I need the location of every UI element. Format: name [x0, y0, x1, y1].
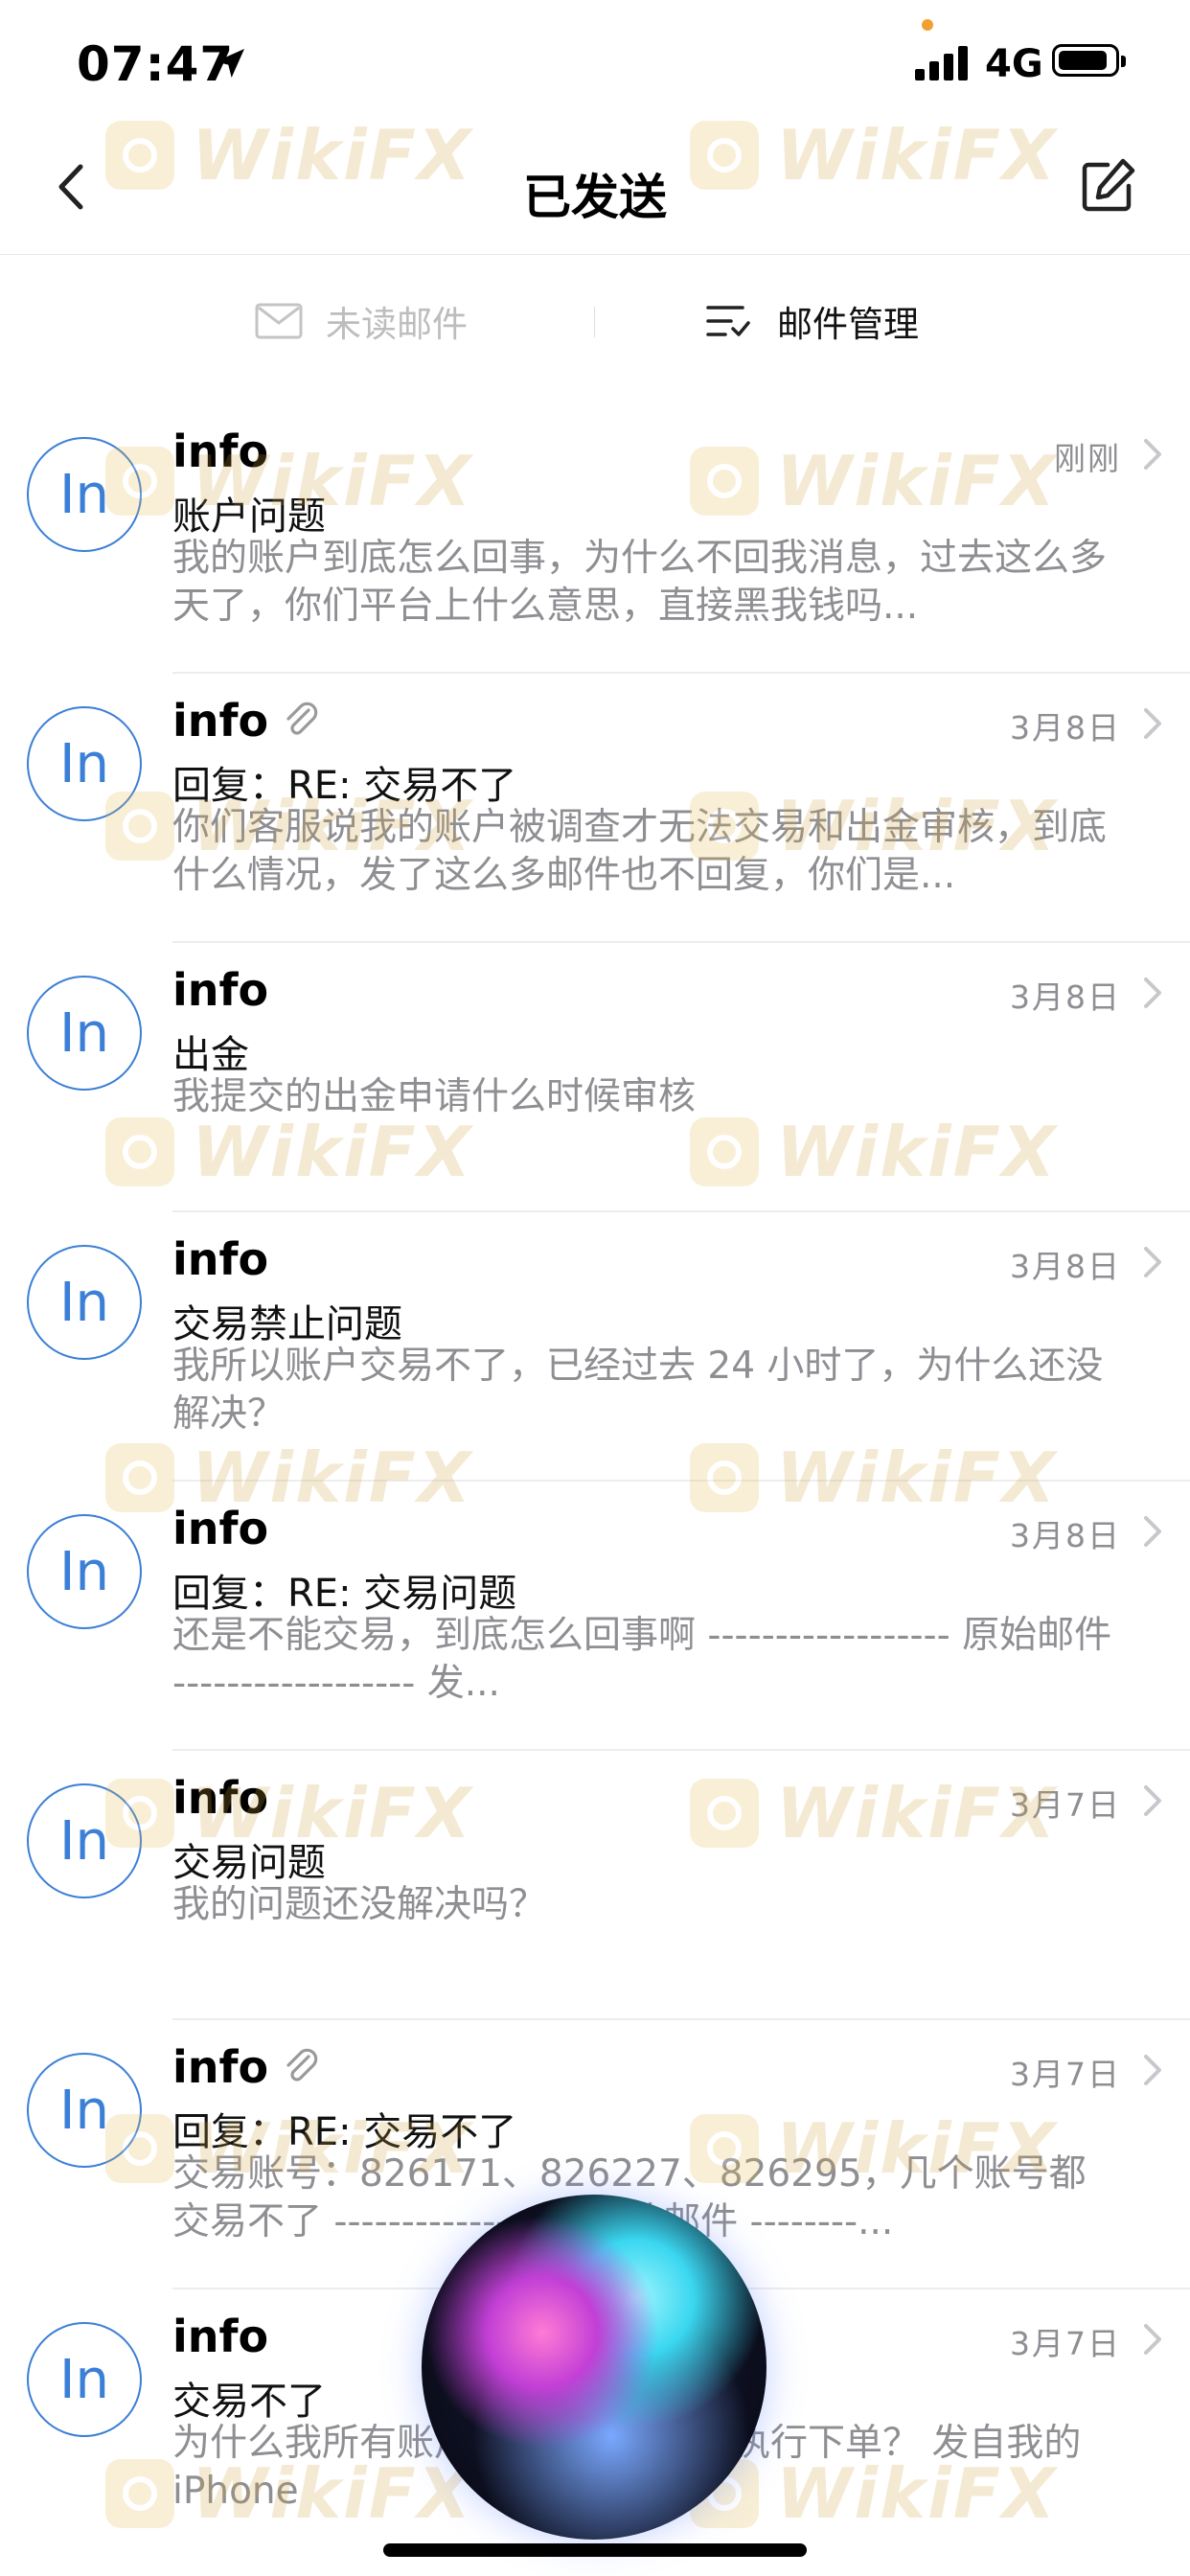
sender-name: info [172, 964, 269, 1016]
sender-avatar: In [27, 1245, 142, 1360]
network-type: 4G [985, 42, 1043, 86]
mail-subject: 交易问题 [172, 1841, 326, 1885]
attachment-paperclip-icon [286, 702, 318, 735]
mail-row[interactable]: In info 3月8日 交易禁止问题 我所以账户交易不了，已经过去 24 小时… [0, 1212, 1190, 1482]
location-arrow-icon [216, 49, 244, 78]
cellular-signal-icon [915, 44, 969, 80]
sender-name: info [172, 1233, 269, 1285]
navigation-bar: 已发送 [0, 125, 1190, 255]
mail-manage-label: 邮件管理 [777, 304, 919, 345]
unread-filter-button[interactable]: 未读邮件 [255, 292, 468, 350]
mail-row[interactable]: In info 刚刚 账户问题 我的账户到底怎么回事，为什么不回我消息，过去这么… [0, 404, 1190, 674]
toolbar-divider [594, 307, 595, 337]
filter-toolbar: 未读邮件 邮件管理 [0, 254, 1190, 388]
chevron-right-icon [1144, 708, 1161, 739]
sender-name: info [172, 1772, 269, 1824]
mail-manage-button[interactable]: 邮件管理 [704, 292, 919, 350]
mail-preview: 还是不能交易，到底怎么回事啊 ------------------ 原始邮件 -… [172, 1614, 1112, 1705]
sender-name: info [172, 426, 269, 477]
sender-avatar: In [27, 976, 142, 1091]
sender-avatar: In [27, 1514, 142, 1629]
mail-date: 3月7日 [1010, 1786, 1121, 1824]
page-title: 已发送 [523, 170, 667, 225]
chevron-right-icon [1144, 978, 1161, 1008]
mail-preview: 我所以账户交易不了，已经过去 24 小时了，为什么还没解决？ [172, 1345, 1104, 1436]
mail-row[interactable]: In info 3月8日 回复：RE: 交易问题 还是不能交易，到底怎么回事啊 … [0, 1482, 1190, 1751]
manage-list-icon [706, 306, 750, 336]
mail-subject: 出金 [172, 1033, 249, 1077]
sender-avatar: In [27, 1783, 142, 1898]
mail-row[interactable]: In info 3月7日 交易问题 我的问题还没解决吗？ [0, 1751, 1190, 2020]
sender-avatar: In [27, 2053, 142, 2168]
mail-subject: 账户问题 [172, 494, 326, 539]
attachment-paperclip-icon [286, 2048, 318, 2082]
mail-subject: 交易禁止问题 [172, 1302, 402, 1346]
sender-name: info [172, 2041, 269, 2093]
sender-name: info [172, 2311, 269, 2362]
siri-orb[interactable] [422, 2195, 767, 2540]
sender-name: info [172, 695, 269, 747]
mail-subject: 回复：RE: 交易不了 [172, 764, 517, 808]
sender-name: info [172, 1503, 269, 1554]
compose-icon[interactable] [1073, 153, 1140, 220]
mail-date: 3月7日 [1010, 2325, 1121, 2362]
mail-row[interactable]: In info 3月8日 回复：RE: 交易不了 你们客服说我的账户被调查才无法… [0, 674, 1190, 943]
mail-row[interactable]: In info 3月8日 出金 我提交的出金申请什么时候审核 [0, 943, 1190, 1212]
privacy-indicator-dot [922, 19, 933, 31]
mail-date: 刚刚 [1054, 440, 1121, 477]
battery-icon [1052, 44, 1126, 77]
envelope-icon [255, 303, 303, 339]
mail-preview: 我提交的出金申请什么时候审核 [172, 1075, 697, 1118]
chevron-right-icon [1144, 2055, 1161, 2085]
mail-date: 3月8日 [1010, 978, 1121, 1016]
mail-date: 3月8日 [1010, 1248, 1121, 1285]
status-bar: 07:47 4G [0, 0, 1190, 125]
mail-subject: 回复：RE: 交易问题 [172, 1572, 517, 1616]
mail-date: 3月8日 [1010, 709, 1121, 747]
mail-subject: 回复：RE: 交易不了 [172, 2110, 517, 2154]
mail-date: 3月7日 [1010, 2056, 1121, 2093]
home-indicator[interactable] [383, 2543, 807, 2557]
chevron-right-icon [1144, 2324, 1161, 2355]
sender-avatar: In [27, 2322, 142, 2437]
mail-preview: 我的账户到底怎么回事，为什么不回我消息，过去这么多天了，你们平台上什么意思，直接… [172, 537, 1108, 628]
sender-avatar: In [27, 706, 142, 821]
chevron-right-icon [1144, 1785, 1161, 1816]
unread-filter-label: 未读邮件 [326, 304, 468, 345]
mail-preview: 我的问题还没解决吗？ [172, 1883, 547, 1926]
mail-subject: 交易不了 [172, 2380, 326, 2424]
chevron-right-icon [1144, 439, 1161, 470]
sender-avatar: In [27, 437, 142, 552]
chevron-right-icon [1144, 1247, 1161, 1277]
mail-date: 3月8日 [1010, 1517, 1121, 1554]
mail-preview: 你们客服说我的账户被调查才无法交易和出金审核，到底什么情况，发了这么多邮件也不回… [172, 806, 1108, 897]
chevron-right-icon [1144, 1516, 1161, 1547]
